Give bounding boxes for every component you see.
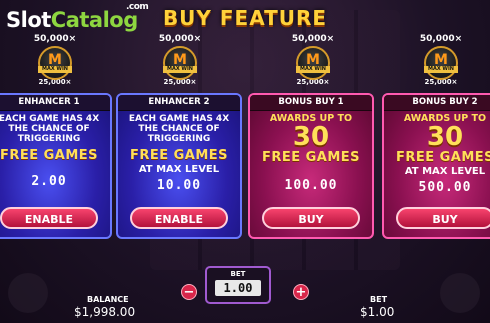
bonus-buy-2-card: BONUS BUY 2 AWARDS UP TO 30 FREE GAMES A… [382,93,490,239]
bet-increase-button[interactable]: + [293,284,309,300]
card-free-games: FREE GAMES [395,150,490,165]
card-header: ENHANCER 1 [0,95,110,111]
max-win-badge-4: 50,000× M MAX WIN 25,000× [411,34,471,96]
bet-label: BET [370,295,388,304]
max-win-coin-icon: M MAX WIN [163,46,197,80]
coin-ribbon: MAX WIN [163,66,197,73]
buy-button-2[interactable]: BUY [396,207,490,229]
card-price: 10.00 [156,178,202,193]
badge-multiplier: 50,000× [33,34,77,44]
card-level: AT MAX LEVEL [404,166,486,177]
max-win-badge-3: 50,000× M MAX WIN 25,000× [283,34,343,96]
card-price: 2.00 [31,174,67,189]
bet-control-label: BET [230,270,246,278]
buy-button-1[interactable]: BUY [262,207,360,229]
card-big-number: 30 [426,122,464,152]
enable-button-2[interactable]: ENABLE [130,207,228,229]
bet-value: $1.00 [360,305,395,319]
card-level: AT MAX LEVEL [138,164,220,175]
balance-value: $1,998.00 [74,305,136,319]
card-free-games: FREE GAMES [261,150,361,165]
buy-feature-title: BUY FEATURE [162,6,328,30]
max-win-coin-icon: M MAX WIN [38,46,72,80]
max-win-coin-icon: M MAX WIN [296,46,330,80]
enhancer-2-card: ENHANCER 2 EACH GAME HAS 4X THE CHANCE O… [116,93,242,239]
card-price: 100.00 [284,178,338,193]
max-win-badge-1: 50,000× M MAX WIN 25,000× [25,34,85,96]
card-description: EACH GAME HAS 4X THE CHANCE OF TRIGGERIN… [128,114,230,144]
max-win-coin-icon: M MAX WIN [424,46,458,80]
card-free-games: FREE GAMES [129,148,229,163]
bet-decrease-button[interactable]: − [181,284,197,300]
game-screen: SlotCatalog .com BUY FEATURE 50,000× M MA… [0,0,490,323]
coin-ribbon: MAX WIN [296,66,330,73]
card-big-number: 30 [292,122,330,152]
coin-ribbon: MAX WIN [424,66,458,73]
coin-ribbon: MAX WIN [38,66,72,73]
bet-control: BET 1.00 [205,266,271,304]
ghost-menu-icon [8,273,48,313]
max-win-badge-2: 50,000× M MAX WIN 25,000× [150,34,210,96]
card-description: EACH GAME HAS 4X THE CHANCE OF TRIGGERIN… [0,114,100,144]
card-header: BONUS BUY 2 [384,95,490,111]
card-header: BONUS BUY 1 [250,95,372,111]
card-price: 500.00 [418,180,472,195]
card-header: ENHANCER 2 [118,95,240,111]
enable-button-1[interactable]: ENABLE [0,207,98,229]
bonus-buy-1-card: BONUS BUY 1 AWARDS UP TO 30 FREE GAMES 1… [248,93,374,239]
bottom-bar: − BET 1.00 + BALANCE $1,998.00 BET $1.00 [0,265,490,323]
card-free-games: FREE GAMES [0,148,99,163]
enhancer-1-card: ENHANCER 1 EACH GAME HAS 4X THE CHANCE O… [0,93,112,239]
badge-multiplier: 50,000× [158,34,202,44]
badge-multiplier: 50,000× [419,34,463,44]
bet-value-display: 1.00 [215,280,261,296]
balance-label: BALANCE [87,295,129,304]
badge-multiplier: 50,000× [291,34,335,44]
ghost-spin-icon [440,273,480,313]
